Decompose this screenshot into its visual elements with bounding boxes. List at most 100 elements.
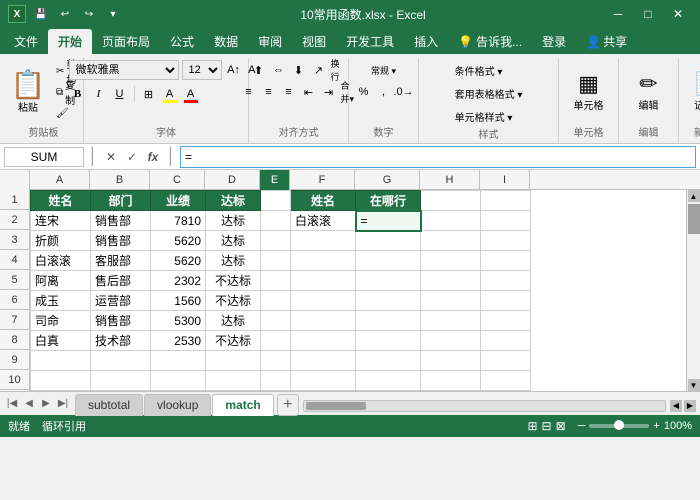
tab-developer[interactable]: 开发工具 — [336, 29, 404, 54]
cell-h2[interactable] — [421, 211, 481, 231]
col-header-g[interactable]: G — [355, 170, 420, 190]
decrease-indent-btn[interactable]: ⇤ — [300, 82, 318, 102]
paste-btn[interactable]: 📋 粘贴 — [6, 63, 50, 121]
row-header-3[interactable]: 3 — [0, 230, 29, 250]
row-header-2[interactable]: 2 — [0, 210, 29, 230]
cell-b1[interactable]: 部门 — [91, 191, 151, 211]
cell-i4[interactable] — [481, 251, 531, 271]
sheet-tab-vlookup[interactable]: vlookup — [144, 394, 211, 416]
cell-a3[interactable]: 折颜 — [31, 231, 91, 251]
wrap-text-btn[interactable]: 换行 — [330, 60, 348, 80]
align-middle-btn[interactable]: ⇔ — [270, 60, 288, 80]
cell-g2[interactable]: = — [356, 211, 421, 231]
scroll-down-btn[interactable]: ▼ — [688, 379, 700, 391]
cell-e5[interactable] — [261, 271, 291, 291]
align-top-btn[interactable]: ⬆ — [250, 60, 268, 80]
cancel-formula-btn[interactable]: ✕ — [102, 148, 120, 166]
name-box[interactable] — [4, 147, 84, 167]
zoom-out-btn[interactable]: ─ — [578, 420, 586, 432]
col-header-e[interactable]: E — [260, 170, 290, 190]
zoom-in-btn[interactable]: + — [653, 420, 659, 432]
conditional-format-btn[interactable]: 条件格式 ▾ — [450, 60, 508, 80]
sheet-nav-first[interactable]: |◀ — [4, 396, 20, 412]
zoom-slider[interactable] — [589, 424, 649, 428]
cell-d1[interactable]: 达标 — [206, 191, 261, 211]
cell-b9[interactable] — [91, 351, 151, 371]
cell-e6[interactable] — [261, 291, 291, 311]
cell-e10[interactable] — [261, 371, 291, 391]
cell-d4[interactable]: 达标 — [206, 251, 261, 271]
tab-layout[interactable]: 页面布局 — [92, 29, 160, 54]
cell-c7[interactable]: 5300 — [151, 311, 206, 331]
fill-color-btn[interactable]: A — [161, 84, 179, 104]
col-header-f[interactable]: F — [290, 170, 355, 190]
tab-review[interactable]: 审阅 — [248, 29, 292, 54]
text-angle-btn[interactable]: ↗ — [310, 60, 328, 80]
row-header-6[interactable]: 6 — [0, 290, 29, 310]
tab-file[interactable]: 文件 — [4, 29, 48, 54]
cell-b3[interactable]: 销售部 — [91, 231, 151, 251]
close-btn[interactable]: ✕ — [664, 4, 692, 24]
redo-btn[interactable]: ↪ — [80, 5, 98, 23]
record-btn[interactable]: 📝 记录单 — [687, 63, 700, 121]
tab-share[interactable]: 👤共享 — [576, 29, 637, 54]
cell-h7[interactable] — [421, 311, 481, 331]
cell-c4[interactable]: 5620 — [151, 251, 206, 271]
cell-a10[interactable] — [31, 371, 91, 391]
cell-g5[interactable] — [356, 271, 421, 291]
cell-f4[interactable] — [291, 251, 356, 271]
cell-c2[interactable]: 7810 — [151, 211, 206, 231]
h-scroll-right[interactable]: ▶ — [684, 400, 696, 412]
sheet-tab-match[interactable]: match — [212, 394, 273, 416]
page-break-btn[interactable]: ⊠ — [556, 419, 566, 433]
tab-insert[interactable]: 插入 — [404, 29, 448, 54]
cell-d5[interactable]: 不达标 — [206, 271, 261, 291]
cell-d8[interactable]: 不达标 — [206, 331, 261, 351]
grid[interactable]: 姓名 部门 业绩 达标 姓名 在哪行 连宋 销售部 7810 — [30, 190, 686, 391]
cell-h6[interactable] — [421, 291, 481, 311]
font-color-btn[interactable]: A — [182, 84, 200, 104]
cell-a6[interactable]: 成玉 — [31, 291, 91, 311]
cell-d3[interactable]: 达标 — [206, 231, 261, 251]
vertical-scrollbar[interactable]: ▲ ▼ — [686, 190, 700, 391]
restore-btn[interactable]: □ — [634, 4, 662, 24]
cell-g6[interactable] — [356, 291, 421, 311]
cell-a2[interactable]: 连宋 — [31, 211, 91, 231]
cell-f2[interactable]: 白滚滚 — [291, 211, 356, 231]
add-sheet-btn[interactable]: + — [277, 394, 299, 416]
cell-d7[interactable]: 达标 — [206, 311, 261, 331]
align-bottom-btn[interactable]: ⬇ — [290, 60, 308, 80]
col-header-h[interactable]: H — [420, 170, 480, 190]
align-center-btn[interactable]: ≡ — [260, 82, 278, 102]
cell-c1[interactable]: 业绩 — [151, 191, 206, 211]
cell-b2[interactable]: 销售部 — [91, 211, 151, 231]
percent-btn[interactable]: % — [355, 82, 373, 102]
cell-h8[interactable] — [421, 331, 481, 351]
cell-f7[interactable] — [291, 311, 356, 331]
cell-i8[interactable] — [481, 331, 531, 351]
cell-a4[interactable]: 白滚滚 — [31, 251, 91, 271]
cell-i5[interactable] — [481, 271, 531, 291]
cell-c8[interactable]: 2530 — [151, 331, 206, 351]
align-left-btn[interactable]: ≡ — [240, 82, 258, 102]
increase-indent-btn[interactable]: ⇥ — [320, 82, 338, 102]
add-decimal-btn[interactable]: .0→ — [395, 82, 413, 102]
cell-e2[interactable] — [261, 211, 291, 231]
cell-h1[interactable] — [421, 191, 481, 211]
cell-h9[interactable] — [421, 351, 481, 371]
cell-i1[interactable] — [481, 191, 531, 211]
save-quickaccess-btn[interactable]: 💾 — [32, 5, 50, 23]
cell-h5[interactable] — [421, 271, 481, 291]
cell-e7[interactable] — [261, 311, 291, 331]
col-header-d[interactable]: D — [205, 170, 260, 190]
cell-g7[interactable] — [356, 311, 421, 331]
italic-btn[interactable]: I — [90, 84, 108, 104]
row-header-9[interactable]: 9 — [0, 350, 29, 370]
cell-d2[interactable]: 达标 — [206, 211, 261, 231]
cell-e3[interactable] — [261, 231, 291, 251]
cell-styles-btn[interactable]: 单元格样式 ▾ — [450, 106, 518, 126]
cell-e9[interactable] — [261, 351, 291, 371]
sheet-tab-subtotal[interactable]: subtotal — [75, 394, 143, 416]
tab-home[interactable]: 开始 — [48, 29, 92, 54]
cell-e4[interactable] — [261, 251, 291, 271]
